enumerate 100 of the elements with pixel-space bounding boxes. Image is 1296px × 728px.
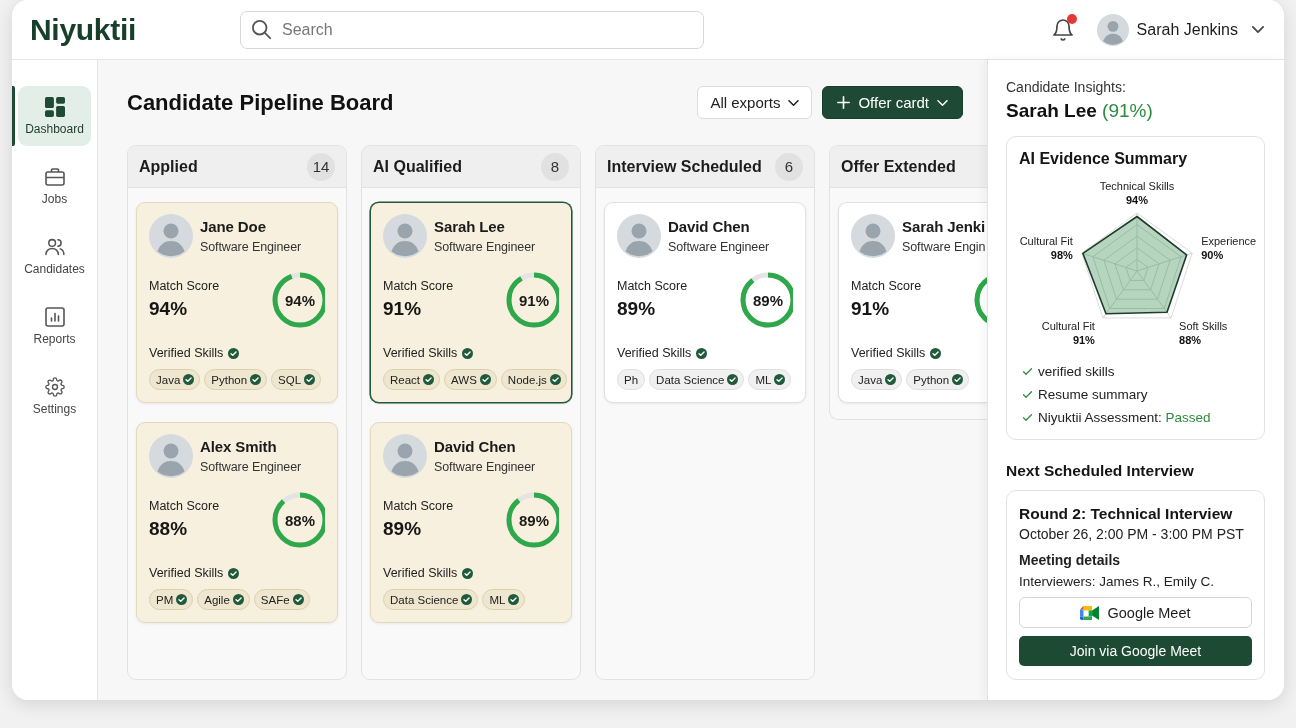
column-title: Applied <box>139 157 198 176</box>
nav-item[interactable]: Candidates <box>18 226 91 286</box>
card-title: AI Evidence Summary <box>1019 150 1188 168</box>
skill-name: SQL <box>278 373 302 386</box>
check-badge-icon <box>462 347 474 359</box>
evidence-item: verified skills <box>1038 364 1115 379</box>
check-badge-icon <box>423 374 435 385</box>
check-badge-icon <box>479 374 491 385</box>
score-value: 91% <box>851 298 890 320</box>
avatar-icon <box>851 214 895 258</box>
plus-icon <box>837 96 851 109</box>
nav-item[interactable]: Jobs <box>18 156 91 216</box>
skill-name: Node.js <box>507 373 547 386</box>
skill-name: ML <box>489 593 506 606</box>
check-badge-icon <box>228 347 240 359</box>
panel-heading: Candidate Insights: <box>1006 78 1126 96</box>
avatar-icon <box>383 434 427 478</box>
item-count: 6 <box>775 152 803 181</box>
score-value: 89% <box>617 298 656 320</box>
dashboard-icon <box>44 96 65 117</box>
skill-name: AWS <box>451 373 477 386</box>
candidate-card[interactable]: David Chen Software Engineer Match Score 89% 89% Verified Skills Ph Data Science ML <box>604 202 806 403</box>
join-button[interactable]: Join via Google Meet <box>1019 636 1252 666</box>
bell-icon[interactable] <box>1052 18 1073 41</box>
score-ring: 91% <box>506 272 559 328</box>
score-ring: 94% <box>272 272 325 328</box>
score-ring: 89% <box>506 492 559 548</box>
caret-icon <box>937 99 948 106</box>
offer-card-button[interactable]: Offer cardt <box>822 86 963 119</box>
search-field[interactable]: Search <box>240 10 704 49</box>
skill-name: Python <box>211 373 248 386</box>
candidate-name: Alex Smith <box>200 437 277 456</box>
google-meet-button[interactable]: Google Meet <box>1019 597 1252 628</box>
skill-name: Agile <box>204 593 230 606</box>
skill-name: ML <box>755 373 772 386</box>
candidate-role: Software Engineer <box>668 238 770 255</box>
avatar-icon <box>149 434 193 478</box>
nav-item[interactable]: Settings <box>18 366 91 426</box>
evidence-item: Niyuktii Assessment: Passed <box>1038 410 1211 425</box>
candidate-name: Sarah Jenki <box>902 217 986 236</box>
bar-chart-icon <box>44 306 65 327</box>
candidate-role: Software Engin <box>902 238 986 255</box>
check-badge-icon <box>461 594 473 605</box>
axis-label: Experience <box>1201 234 1257 249</box>
interview-time: October 26, 2:00 PM - 3:00 PM PST <box>1019 525 1244 544</box>
skill-name: Data Science <box>656 373 725 386</box>
axis-value: 91% <box>1072 332 1095 347</box>
exports-dropdown[interactable]: All exports <box>697 86 813 119</box>
caret-icon <box>1252 26 1264 33</box>
nav-item[interactable]: Reports <box>18 296 91 356</box>
page-title: Candidate Pipeline Board <box>127 89 394 116</box>
candidate-card[interactable]: Jane Doe Software Engineer Match Score 94% 94% Verified Skills Java Python SQL <box>136 202 338 403</box>
check-badge-icon <box>549 374 561 385</box>
skill-name: Python <box>913 373 950 386</box>
check-badge-icon <box>727 374 739 385</box>
skill-name: PM <box>156 593 174 606</box>
avatar-icon <box>383 214 427 258</box>
candidate-role: Software Engineer <box>200 238 302 255</box>
skills-label: Verified Skills <box>149 346 224 360</box>
check-badge-icon <box>885 374 897 385</box>
section-heading: Next Scheduled Interview <box>1006 462 1194 480</box>
candidate-name: Jane Doe <box>200 217 266 236</box>
avatar-icon <box>149 214 193 258</box>
column-title: Interview Scheduled <box>607 157 762 176</box>
skill-name: Data Science <box>390 593 459 606</box>
settings-icon <box>44 376 65 397</box>
score-value: 91% <box>383 298 422 320</box>
candidate-role: Software Engineer <box>434 458 536 475</box>
skills-label: Verified Skills <box>851 346 926 360</box>
interview-title: Round 2: Technical Interview <box>1019 504 1233 524</box>
user-menu-button[interactable]: Sarah Jenkins <box>1096 13 1264 46</box>
check-badge-icon <box>232 594 244 605</box>
app-logo: Niyuktii <box>30 12 136 47</box>
axis-value: 98% <box>1050 248 1073 263</box>
column-title: AI Qualified <box>373 157 462 176</box>
check-badge-icon <box>183 374 195 385</box>
candidate-card[interactable]: Sarah Lee Software Engineer Match Score 91% 91% Verified Skills React AWS Node.js <box>370 202 572 403</box>
score-label: Match Score <box>383 278 454 294</box>
candidate-card[interactable]: Alex Smith Software Engineer Match Score 88% 88% Verified Skills PM Agile SAFe <box>136 422 338 623</box>
search-icon <box>252 20 271 39</box>
score-value: 88% <box>149 518 188 540</box>
check-icon <box>1023 368 1032 375</box>
candidate-role: Software Engineer <box>200 458 302 475</box>
candidate-card[interactable]: Sarah Jenki Software Engin Match Score 91% Verified Skills Java Python <box>838 202 987 403</box>
nav-item[interactable]: Dashboard <box>18 86 91 146</box>
axis-label: Cultural Fit <box>1041 318 1095 333</box>
candidate-name: David Chen <box>668 217 750 236</box>
skills-label: Verified Skills <box>383 346 458 360</box>
axis-label: Cultural Fit <box>1019 234 1073 249</box>
skills-label: Verified Skills <box>149 566 224 580</box>
evidence-item: Resume summary <box>1038 387 1148 402</box>
avatar-icon <box>617 214 661 258</box>
caret-icon <box>788 99 800 106</box>
axis-label: Soft Skills <box>1179 318 1228 333</box>
skill-name: Java <box>858 373 883 386</box>
candidate-card[interactable]: David Chen Software Engineer Match Score 89% 89% Verified Skills Data Science ML <box>370 422 572 623</box>
candidate-name: Sarah Lee <box>434 217 505 236</box>
video-camera-icon <box>1080 605 1100 620</box>
skill-name: Ph <box>624 373 639 386</box>
check-icon <box>1023 391 1032 398</box>
